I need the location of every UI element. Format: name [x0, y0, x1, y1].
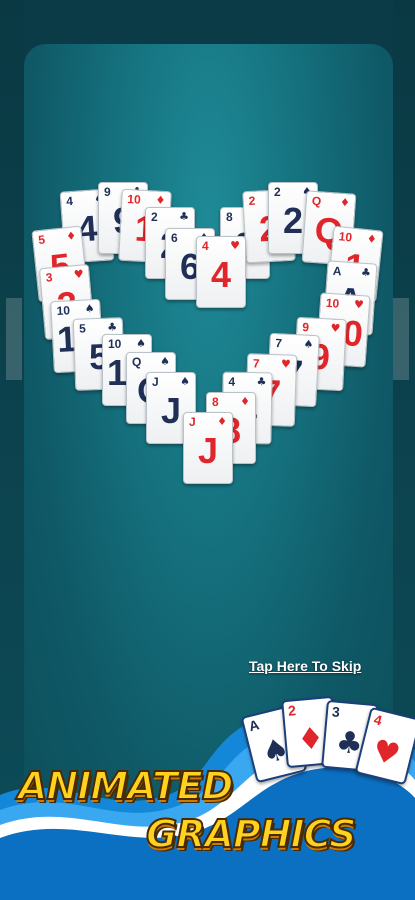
- card-rank: 4: [65, 193, 74, 209]
- card-rank: Q: [132, 355, 142, 369]
- card-suit-icon: ♦: [366, 232, 378, 247]
- card-rank: 5: [78, 321, 87, 336]
- card-suit-icon: ♥: [330, 321, 341, 336]
- card-rank: 7: [252, 356, 260, 371]
- card-rank: 10: [127, 192, 142, 207]
- card-rank-large: 4: [210, 254, 232, 295]
- card-suit-icon: ♣: [106, 320, 118, 334]
- card-rank: 4: [202, 239, 209, 253]
- card-suit-icon: ♦: [339, 195, 351, 210]
- card-rank: 10: [338, 229, 353, 245]
- ghost-card-left: [6, 298, 22, 380]
- card-suit-icon: ♦: [240, 395, 250, 408]
- card-rank: 3: [331, 703, 341, 720]
- card-rank: 9: [104, 185, 111, 199]
- card-suit-icon: ♥: [230, 239, 240, 252]
- ghost-card-right: [393, 298, 409, 380]
- card-rank: J: [152, 375, 159, 389]
- title-graphics: GRAPHICS: [145, 811, 358, 857]
- card-rank: Q: [311, 193, 322, 209]
- card-suit-icon: ♦: [217, 415, 227, 428]
- card-rank: 6: [171, 231, 178, 245]
- card-suit-icon: ♥: [368, 733, 404, 774]
- card-rank: 2: [287, 702, 297, 719]
- card-rank: A: [332, 263, 342, 279]
- card-suit-icon: ♦: [155, 193, 166, 208]
- card-rank: 2: [274, 185, 281, 199]
- card-rank: 8: [212, 395, 219, 409]
- card-rank: A: [247, 716, 261, 735]
- card-suit-icon: ♣: [179, 210, 189, 223]
- card-rank: 10: [108, 337, 122, 351]
- card-rank: J: [189, 415, 196, 429]
- card-suit-icon: ♠: [136, 337, 146, 350]
- card-suit-icon: ♥: [280, 357, 292, 371]
- title-animated: ANIMATED: [17, 763, 234, 809]
- card-rank: 8: [226, 210, 233, 224]
- card-suit-icon: ♥: [73, 267, 85, 282]
- card-suit-icon: ♣: [256, 375, 267, 389]
- card-suit-icon: ♠: [180, 375, 190, 388]
- card-suit-icon: ♣: [360, 265, 372, 280]
- card-rank: 2: [248, 193, 256, 209]
- card-rank: 10: [325, 295, 340, 311]
- heart-card: J ♦ J: [183, 412, 233, 484]
- card-rank: 4: [228, 374, 236, 389]
- card-suit-icon: ♠: [84, 302, 95, 316]
- card-rank: 5: [37, 232, 46, 248]
- card-suit-icon: ♥: [353, 297, 365, 312]
- card-rank-large: J: [197, 430, 219, 471]
- heart-card: 4 ♥ 4: [196, 236, 246, 308]
- card-suit-icon: ♠: [303, 337, 314, 352]
- card-rank: 2: [151, 210, 158, 224]
- card-suit-icon: ♦: [65, 229, 77, 244]
- card-rank: 4: [372, 711, 384, 729]
- skip-link[interactable]: Tap Here To Skip: [249, 658, 361, 674]
- card-suit-icon: ♠: [160, 355, 170, 368]
- card-rank: 9: [302, 320, 310, 335]
- card-rank: 10: [56, 303, 71, 319]
- card-rank: 3: [45, 270, 54, 285]
- card-rank: 7: [275, 336, 283, 351]
